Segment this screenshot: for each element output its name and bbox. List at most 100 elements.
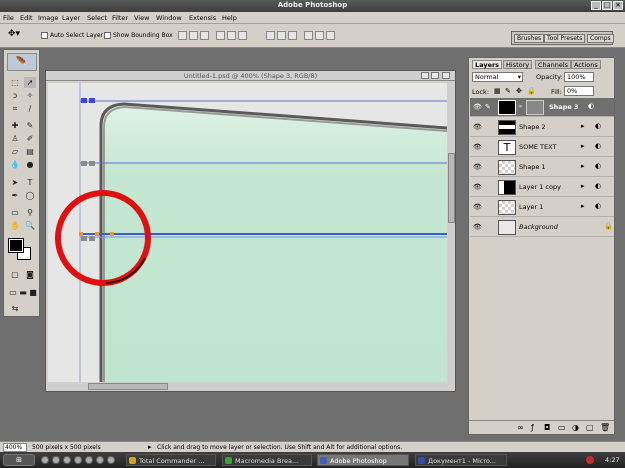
fx-icon[interactable]: ◐: [588, 102, 594, 110]
eraser-tool-icon[interactable]: ▱: [9, 146, 21, 157]
healing-brush-tool-icon[interactable]: ✚: [9, 120, 21, 131]
eye-icon[interactable]: 👁: [473, 223, 482, 231]
distribute-left-icon[interactable]: [304, 31, 313, 40]
delete-layer-icon[interactable]: 🗑: [600, 423, 610, 432]
quicklaunch-stop-icon[interactable]: [85, 456, 93, 464]
taskbar-item-total-commander[interactable]: Total Commander ...: [126, 454, 216, 466]
type-tool-icon[interactable]: T: [24, 177, 36, 188]
horizontal-scroll-thumb[interactable]: [88, 383, 168, 390]
quicklaunch-play-icon[interactable]: [63, 456, 71, 464]
fx-icon[interactable]: ◐: [595, 122, 601, 130]
brush-link-icon[interactable]: ✎: [485, 103, 491, 111]
taskbar-item-word[interactable]: Документ1 - Micro...: [415, 454, 507, 466]
align-vcenter-icon[interactable]: [189, 31, 198, 40]
layer-row-shape-1[interactable]: 👁 Shape 1 ▸ ◐: [470, 158, 614, 177]
taskbar-item-photoshop[interactable]: Adobe Photoshop: [317, 454, 409, 466]
tray-icon[interactable]: [586, 456, 594, 464]
history-brush-tool-icon[interactable]: ✐: [24, 133, 36, 144]
doc-close-button[interactable]: [442, 72, 450, 79]
jump-to-imageready-icon[interactable]: ⇆: [9, 303, 21, 314]
vertical-scrollbar[interactable]: [448, 83, 455, 382]
quickmask-mode-icon[interactable]: ◙: [24, 269, 36, 280]
eye-icon[interactable]: 👁: [473, 143, 482, 151]
new-layer-icon[interactable]: ▢: [586, 423, 594, 432]
fx-icon[interactable]: ◐: [595, 202, 601, 210]
menu-help[interactable]: Help: [222, 14, 237, 22]
palette-tab-tool-presets[interactable]: Tool Presets: [544, 34, 586, 43]
menu-layer[interactable]: Layer: [62, 14, 80, 22]
tab-channels[interactable]: Channels: [535, 60, 572, 69]
eye-icon[interactable]: 👁: [473, 163, 482, 171]
menu-extensis[interactable]: Extensis: [189, 14, 216, 22]
zoom-level-input[interactable]: 400%: [3, 443, 27, 452]
layer-row-some-text[interactable]: 👁 T SOME TEXT ▸ ◐: [470, 138, 614, 157]
eye-icon[interactable]: 👁: [473, 183, 482, 191]
lasso-tool-icon[interactable]: ↄ: [9, 90, 21, 101]
align-top-icon[interactable]: [178, 31, 187, 40]
zoom-tool-icon[interactable]: 🔍: [24, 220, 36, 231]
fill-input[interactable]: 0%: [564, 86, 594, 96]
lock-all-icon[interactable]: 🔒: [527, 87, 536, 95]
move-tool-preset-icon[interactable]: ✥▾: [8, 29, 20, 39]
horizontal-scrollbar[interactable]: [48, 383, 447, 390]
screen-mode-full-menu-icon[interactable]: ▬: [18, 287, 28, 298]
expand-arrow-icon[interactable]: ▸: [581, 202, 585, 210]
expand-arrow-icon[interactable]: ▸: [581, 142, 585, 150]
new-adjustment-icon[interactable]: ◑: [572, 423, 579, 432]
slice-tool-icon[interactable]: ∕: [24, 103, 36, 114]
close-button[interactable]: ×: [613, 1, 623, 10]
palette-tab-brushes[interactable]: Brushes: [514, 34, 545, 43]
lock-transparency-icon[interactable]: ▦: [494, 87, 501, 95]
eyedropper-tool-icon[interactable]: ⚲: [24, 207, 36, 218]
menu-window[interactable]: Window: [156, 14, 182, 22]
align-hcenter-icon[interactable]: [227, 31, 236, 40]
align-left-icon[interactable]: [216, 31, 225, 40]
distribute-vcenter-icon[interactable]: [277, 31, 286, 40]
feather-logo-icon[interactable]: 🪶: [7, 53, 37, 71]
layer-row-background[interactable]: 👁 Background 🔒: [470, 218, 614, 237]
tab-layers[interactable]: Layers: [472, 60, 503, 69]
document-canvas[interactable]: [48, 83, 447, 382]
clone-stamp-tool-icon[interactable]: ♙: [9, 133, 21, 144]
layer-row-shape-3[interactable]: 👁 ✎ ∞ Shape 3 ◐: [470, 98, 614, 117]
quicklaunch-app-icon[interactable]: [41, 456, 49, 464]
doc-maximize-button[interactable]: [431, 72, 439, 79]
expand-arrow-icon[interactable]: ▸: [581, 122, 585, 130]
maximize-button[interactable]: □: [602, 1, 612, 10]
expand-arrow-icon[interactable]: ▸: [581, 182, 585, 190]
show-bounding-box-option[interactable]: Show Bounding Box: [104, 32, 173, 39]
distribute-right-icon[interactable]: [326, 31, 335, 40]
screen-mode-full-icon[interactable]: ■: [28, 287, 38, 298]
align-right-icon[interactable]: [238, 31, 247, 40]
add-mask-icon[interactable]: ◘: [544, 423, 550, 432]
menu-edit[interactable]: Edit: [20, 14, 33, 22]
distribute-bottom-icon[interactable]: [288, 31, 297, 40]
crop-tool-icon[interactable]: ⌗: [9, 103, 21, 114]
magic-wand-tool-icon[interactable]: ✧: [24, 90, 36, 101]
tab-history[interactable]: History: [503, 60, 533, 69]
path-selection-tool-icon[interactable]: ➤: [9, 177, 21, 188]
layer-row-layer-1-copy[interactable]: 👁 Layer 1 copy ▸ ◐: [470, 178, 614, 197]
blend-mode-select[interactable]: Normal ▾: [472, 72, 523, 82]
dodge-tool-icon[interactable]: ●: [24, 159, 36, 170]
fx-icon[interactable]: ◐: [595, 142, 601, 150]
brush-tool-icon[interactable]: ✎: [24, 120, 36, 131]
distribute-hcenter-icon[interactable]: [315, 31, 324, 40]
minimize-button[interactable]: _: [591, 1, 601, 10]
align-bottom-icon[interactable]: [200, 31, 209, 40]
bounding-box-checkbox[interactable]: [104, 32, 111, 39]
quicklaunch-next-icon[interactable]: [96, 456, 104, 464]
quicklaunch-eject-icon[interactable]: [107, 456, 115, 464]
menu-file[interactable]: File: [3, 14, 14, 22]
eye-icon[interactable]: 👁: [473, 103, 482, 111]
tab-actions[interactable]: Actions: [571, 60, 601, 69]
hand-tool-icon[interactable]: ✋: [9, 220, 21, 231]
add-style-icon[interactable]: ƒ: [531, 423, 534, 432]
doc-minimize-button[interactable]: [421, 72, 429, 79]
layer-row-layer-1[interactable]: 👁 Layer 1 ▸ ◐: [470, 198, 614, 217]
palette-tab-comps[interactable]: Comps: [587, 34, 614, 43]
standard-mode-icon[interactable]: ▢: [9, 269, 21, 280]
menu-image[interactable]: Image: [38, 14, 58, 22]
new-group-icon[interactable]: ▭: [558, 423, 566, 432]
lock-image-icon[interactable]: ✎: [505, 87, 511, 95]
